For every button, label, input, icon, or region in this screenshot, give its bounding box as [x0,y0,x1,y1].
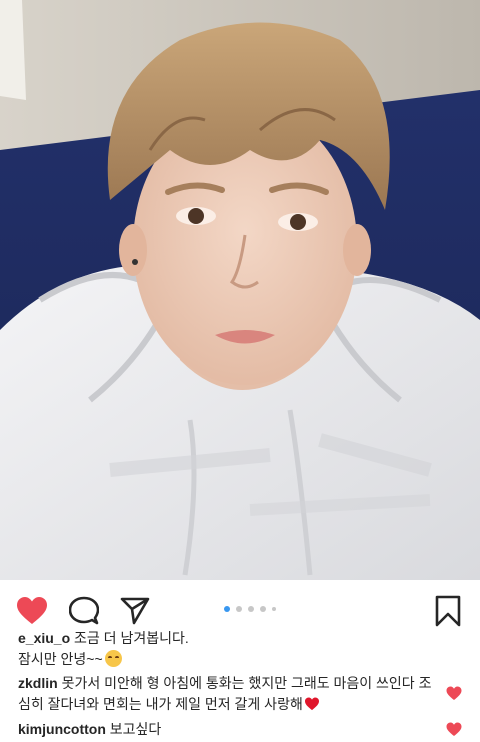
carousel-dot-active [224,606,230,612]
red-heart-emoji-icon [304,697,319,711]
comment-button[interactable] [68,595,100,627]
comment-text: 못가서 미안해 형 아침에 통화는 했지만 그래도 마음이 쓰인다 조심히 잘다… [18,675,432,712]
post-photo[interactable] [0,0,480,580]
carousel-dot [236,606,242,612]
carousel-indicator [224,606,276,612]
comment-like-button[interactable] [446,722,462,738]
comment-text: 보고싶다 [109,721,162,737]
carousel-dot [260,606,266,612]
comment-username[interactable]: zkdlin [18,675,58,691]
carousel-dot [248,606,254,612]
comment-like-button[interactable] [446,686,462,702]
bookmark-icon [435,595,461,627]
paper-plane-icon [120,597,150,625]
carousel-dot [272,607,276,611]
like-button[interactable] [16,595,48,627]
caption-line-1: 조금 더 남겨봅니다. [74,630,189,646]
share-button[interactable] [119,595,151,627]
save-button[interactable] [432,595,464,627]
post-caption: e_xiu_o 조금 더 남겨봅니다. 잠시만 안녕~~ [18,628,458,670]
comment-item: zkdlin 못가서 미안해 형 아침에 통화는 했지만 그래도 마음이 쓰인다… [18,673,438,715]
heart-filled-icon [446,722,462,736]
comment-item: kimjuncotton 보고싶다 [18,719,438,740]
smiling-blush-emoji-icon [104,650,122,667]
post-photo-illustration [0,0,480,580]
comment-username[interactable]: kimjuncotton [18,721,106,737]
post-action-bar [0,580,480,627]
caption-line-2: 잠시만 안녕~~ [18,651,103,667]
heart-filled-icon [446,686,462,700]
caption-username[interactable]: e_xiu_o [18,630,70,646]
heart-filled-icon [17,597,47,624]
comment-bubble-icon [69,596,99,625]
